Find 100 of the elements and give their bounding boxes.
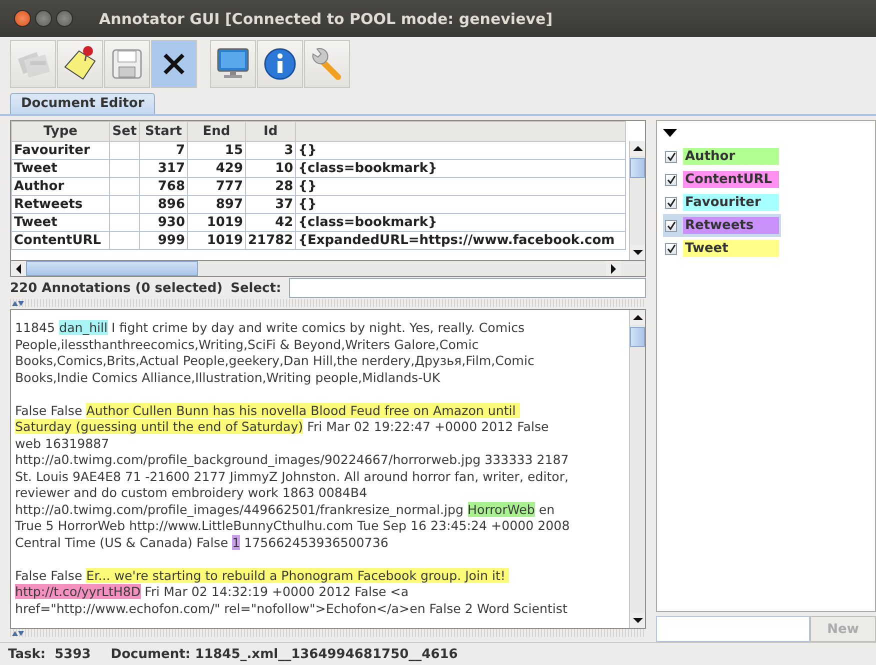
document-text: Books,Comics,Brits,Actual People,geekery,Dan Hill,the nerdery,Друзья,Film,Comic bbox=[15, 353, 534, 368]
document-text: People,ilessthanthreecomics,Writing,SciFi & Beyond,Writers Galore,Comic bbox=[15, 336, 479, 352]
table-cell: 777 bbox=[188, 178, 246, 196]
table-cell: 768 bbox=[140, 178, 188, 196]
tab[interactable]: Document Editor bbox=[10, 92, 156, 114]
table-cell: 21782 bbox=[246, 232, 296, 250]
table-cell: 317 bbox=[140, 160, 188, 178]
document-text: St. Louis 9AE4E8 71 -21600 2177 JimmyZ Johnston. All around horror fan, writer, editor, bbox=[15, 468, 569, 484]
table-cell: 28 bbox=[246, 178, 296, 196]
splitter-arrows-icon[interactable] bbox=[12, 300, 24, 306]
table-cell: {} bbox=[296, 196, 626, 214]
scroll-up-button[interactable] bbox=[630, 310, 645, 326]
legend-item[interactable]: Retweets bbox=[663, 214, 781, 238]
table-cell: 999 bbox=[140, 232, 188, 250]
table-cell: {} bbox=[296, 178, 626, 196]
checkbox[interactable] bbox=[665, 196, 677, 209]
document-text: href="http://www.echofon.com/" rel="nofollow">Echofon</a>en False 2 Word Scientist bbox=[15, 600, 568, 616]
document-text: False False bbox=[15, 568, 84, 583]
type-label: Favouriter bbox=[683, 194, 779, 212]
collapse-triangle-icon[interactable] bbox=[663, 129, 677, 138]
legend-item[interactable]: ContentURL bbox=[663, 168, 781, 192]
document-text: Fri Mar 02 14:32:19 +0000 2012 False <a bbox=[144, 584, 409, 600]
table-cell: 897 bbox=[188, 196, 246, 214]
table-cell: 15 bbox=[188, 142, 246, 160]
table-cell: 10 bbox=[246, 160, 296, 178]
scroll-thumb[interactable] bbox=[630, 158, 645, 178]
toolbar-button[interactable] bbox=[257, 40, 303, 88]
status-text: Task: 5393 bbox=[8, 646, 91, 662]
table-cell: {ExpandedURL=https://www.facebook.com bbox=[296, 232, 626, 250]
table-cell: 1019 bbox=[188, 232, 246, 250]
annotation-highlight: Saturday (guessing until the end of Saturday) bbox=[15, 419, 304, 434]
column-header[interactable]: End bbox=[188, 122, 246, 142]
table-cell: {class=bookmark} bbox=[296, 160, 626, 178]
checkbox[interactable] bbox=[665, 174, 677, 186]
window-title: Annotator GUI [Connected to POOL mode: genevieve] bbox=[99, 10, 553, 28]
table-cell: Tweet bbox=[12, 214, 110, 232]
new-type-field[interactable] bbox=[656, 616, 810, 642]
checkbox[interactable] bbox=[665, 220, 677, 232]
select-field[interactable] bbox=[289, 278, 646, 298]
document-text: Books,Indie Comics Alliance,Illustration,Writing people,Midlands-UK bbox=[15, 370, 440, 385]
horizontal-scrollbar[interactable] bbox=[10, 261, 646, 278]
checkbox[interactable] bbox=[665, 150, 677, 163]
type-label: Retweets bbox=[683, 217, 779, 234]
minimize-button[interactable] bbox=[35, 10, 52, 28]
toolbar-button[interactable] bbox=[210, 40, 256, 88]
annotation-highlight: http://t.co/yyrLtH8D bbox=[15, 584, 141, 600]
legend-item[interactable]: Author bbox=[663, 145, 781, 168]
scroll-down-button[interactable] bbox=[630, 613, 645, 628]
scroll-up-button[interactable] bbox=[630, 141, 645, 156]
document-text: http://a0.twimg.com/profile_background_images/90224667/horrorweb.jpg 333333 2187 bbox=[15, 452, 569, 468]
type-label: ContentURL bbox=[683, 171, 779, 188]
table-cell: 930 bbox=[140, 214, 188, 232]
close-button[interactable] bbox=[14, 10, 31, 28]
maximize-button[interactable] bbox=[56, 10, 73, 28]
table-cell: {class=bookmark} bbox=[296, 214, 626, 232]
column-header[interactable]: Start bbox=[140, 122, 188, 142]
annotation-highlight: Er... we're starting to rebuild a Phonogram Facebook group. Join it! bbox=[86, 568, 510, 583]
scroll-right-button[interactable] bbox=[606, 261, 621, 276]
document-text: 175662453936500736 bbox=[243, 534, 388, 550]
table-cell: ContentURL bbox=[12, 232, 110, 250]
type-label: Tweet bbox=[683, 240, 779, 258]
column-header[interactable]: Id bbox=[246, 122, 296, 142]
scroll-down-button[interactable] bbox=[630, 245, 645, 260]
toolbar-button[interactable] bbox=[57, 40, 103, 88]
table-cell: Retweets bbox=[12, 196, 110, 214]
legend-item[interactable]: Favouriter bbox=[663, 191, 781, 214]
table-cell: 896 bbox=[140, 196, 188, 214]
document-text: reviewer and do custom embroidery work 1863 0084B4 bbox=[15, 485, 368, 500]
splitter-arrows-icon[interactable] bbox=[12, 630, 24, 636]
toolbar-button[interactable] bbox=[151, 40, 197, 88]
document-text: 11845 bbox=[15, 320, 56, 336]
column-header[interactable]: Set bbox=[110, 122, 140, 142]
table-cell: 1019 bbox=[188, 214, 246, 232]
table-cell: 42 bbox=[246, 214, 296, 232]
document-text: Fri Mar 02 19:22:47 +0000 2012 False bbox=[306, 419, 549, 434]
scroll-thumb[interactable] bbox=[630, 327, 645, 348]
annotation-highlight: Author Cullen Bunn has his novella Blood Feud free on Amazon until bbox=[86, 402, 520, 418]
vertical-scrollbar[interactable] bbox=[629, 310, 645, 628]
document-text: False False bbox=[15, 402, 84, 418]
document-text: Central Time (US & Canada) False bbox=[15, 534, 230, 550]
annotation-highlight: HorrorWeb bbox=[468, 502, 535, 517]
annotation-highlight: dan_hill bbox=[59, 320, 108, 336]
annotation-highlight: 1 bbox=[232, 534, 240, 550]
legend-item[interactable]: Tweet bbox=[663, 237, 781, 260]
table-cell: Favouriter bbox=[12, 142, 110, 160]
document-text: web 16319887 bbox=[15, 436, 110, 451]
scroll-thumb[interactable] bbox=[26, 261, 198, 276]
scroll-left-button[interactable] bbox=[11, 261, 26, 276]
document-text: en bbox=[538, 502, 555, 517]
table-cell: {} bbox=[296, 142, 626, 160]
table-cell: Tweet bbox=[12, 160, 110, 178]
table-cell: 7 bbox=[140, 142, 188, 160]
checkbox[interactable] bbox=[665, 242, 677, 255]
status-text: Document: 11845_.xml__1364994681750__4616 bbox=[110, 646, 458, 662]
column-header[interactable]: Type bbox=[12, 122, 110, 142]
document-text: I fight crime by day and write comics by night. Yes, really. Comics bbox=[110, 320, 525, 336]
document-text: True 5 HorrorWeb http://www.LittleBunnyCthulhu.com Tue Sep 16 23:45:24 +0000 2008 bbox=[15, 518, 570, 534]
table-cell: 3 bbox=[246, 142, 296, 160]
vertical-scrollbar[interactable] bbox=[629, 141, 645, 260]
type-label: Author bbox=[683, 148, 779, 166]
